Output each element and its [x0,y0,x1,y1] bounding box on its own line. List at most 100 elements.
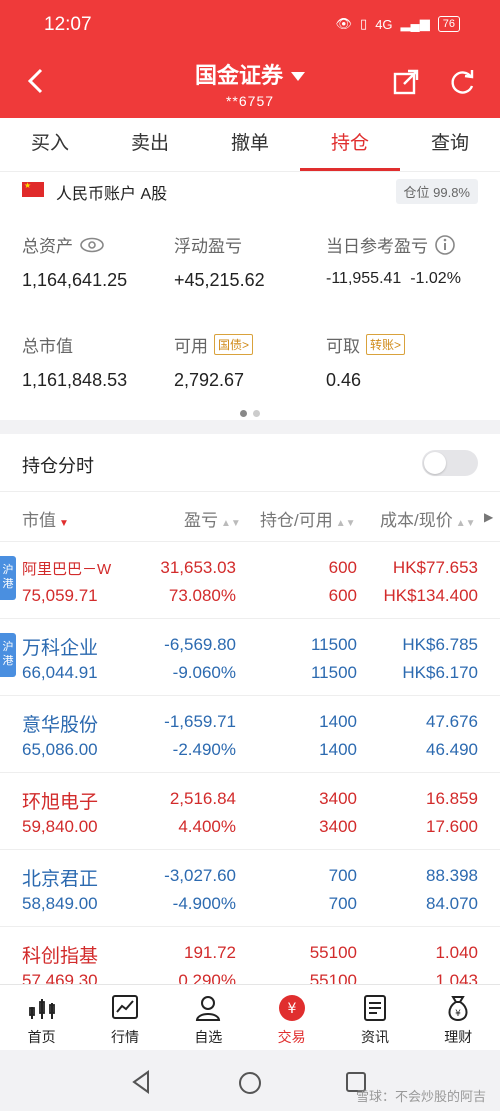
intraday-toggle-switch[interactable] [422,450,478,476]
nav-wealth[interactable]: ¥ 理财 [417,985,500,1050]
tab-holdings[interactable]: 持仓 [300,118,400,171]
sort-icon: ▲▼ [455,518,476,529]
col-cost-price[interactable]: 成本/现价 ▲▼ [380,506,476,531]
treasury-bond-link[interactable]: 国债> [214,334,254,355]
signal-icon: ▂▄▆ [400,16,430,31]
stock-price: 84.070 [426,894,478,913]
system-home-icon[interactable] [239,1072,261,1094]
trade-tabs: 买入 卖出 撤单 持仓 查询 [0,118,500,172]
holding-row[interactable]: 沪港万科企业 66,044.91 -6,569.80 -9.060% 11500 1150… [0,619,500,696]
stock-pnl-pct: -9.060% [172,663,236,682]
app-header: 12:07 👁 ▯ 4G ▂▄▆ 76 国金证券 **6757 [0,0,500,118]
stock-market-value: 59,840.00 [22,817,98,836]
col-market-value-label: 市值 [22,511,56,530]
tab-sell[interactable]: 卖出 [100,118,200,171]
stock-market-value: 65,086.00 [22,740,98,759]
nav-watchlist[interactable]: 自选 [167,985,250,1050]
nav-trade[interactable]: ¥ 交易 [250,985,333,1050]
holding-row[interactable]: 环旭电子 59,840.00 2,516.84 4.400% 3400 3400 16.85… [0,773,500,850]
holding-row[interactable]: 沪港阿里巴巴－W 75,059.71 31,653.03 73.080% 600 600 H… [0,542,500,619]
stock-market-value: 58,849.00 [22,894,98,913]
stock-name: 意华股份 [22,715,99,736]
transfer-link[interactable]: 转账> [366,334,406,355]
nav-home-label: 首页 [27,1029,56,1045]
nav-news[interactable]: 资讯 [333,985,416,1050]
col-cost-label: 成本/现价 [380,511,453,530]
total-assets-value: 1,164,641.25 [22,270,128,290]
holding-row[interactable]: 科创指基 57,469.30 191.72 0.290% 55100 55100 1.040… [0,927,500,984]
holding-row[interactable]: 北京君正 58,849.00 -3,027.60 -4.900% 700 700 88.39… [0,850,500,927]
stock-cost: 47.676 [426,712,478,731]
tab-buy[interactable]: 买入 [0,118,100,171]
stock-qty: 1400 [319,712,357,731]
stock-pnl-pct: 0.290% [178,971,236,984]
vibrate-icon: ▯ [360,16,368,31]
total-assets-label: 总资产 [22,237,73,256]
stock-market-value: 66,044.91 [22,663,98,682]
status-icons: 👁 ▯ 4G ▂▄▆ 76 [336,16,460,32]
stock-market-value: 57,469.30 [22,971,98,984]
stock-qty: 700 [328,866,357,885]
refresh-icon[interactable] [448,68,476,96]
market-tag-badge: 沪港 [0,633,16,677]
tab-query[interactable]: 查询 [400,118,500,171]
floating-pnl-label: 浮动盈亏 [174,237,242,256]
col-market-value[interactable]: 市值 ▼ [22,506,69,531]
holdings-section: 持仓分时 市值 ▼ 盈亏 ▲▼ 持仓/可用 ▲▼ 成本/现价 ▲▼ ▶ 沪港阿里巴巴－W… [0,434,500,984]
sort-icon: ▲▼ [221,518,241,529]
system-nav-bar: 雪球：不会炒股的阿吉 [0,1050,500,1111]
intraday-toggle-row: 持仓分时 [0,434,500,492]
account-label: 人民币账户 A股 [56,186,168,203]
nav-market[interactable]: 行情 [83,985,166,1050]
available-label: 可用 [174,337,208,356]
market-icon [111,995,138,1019]
nav-home[interactable]: 首页 [0,985,83,1050]
eye-visibility-icon[interactable] [79,236,105,254]
stock-pnl: 31,653.03 [160,558,236,577]
account-mask: **6757 [225,93,275,109]
col-qty[interactable]: 持仓/可用 ▲▼ [260,506,356,531]
status-time: 12:07 [44,14,92,35]
account-summary-card: 人民币账户 A股 仓位 99.8% 总资产 1,164,641.25 浮动盈亏 … [0,172,500,420]
available-funds: 可用 国债> 2,792.67 [174,332,254,391]
stock-pnl-pct: 73.080% [168,586,236,605]
pager-dot[interactable] [253,410,260,417]
wealth-bag-icon: ¥ [448,996,468,1022]
svg-text:¥: ¥ [455,1009,461,1019]
market-tag-badge: 沪港 [0,556,16,600]
nav-wealth-label: 理财 [444,1029,473,1045]
broker-title[interactable]: 国金证券 **6757 [0,58,500,109]
nav-watchlist-label: 自选 [194,1029,223,1045]
stock-market-value: 75,059.71 [22,586,98,605]
pager-dot-active[interactable] [240,410,247,417]
holding-row[interactable]: 意华股份 65,086.00 -1,659.71 -2.490% 1400 1400 47.… [0,696,500,773]
market-value-label: 总市值 [22,337,73,356]
stock-qty: 600 [328,558,357,577]
trade-yen-icon: ¥ [278,995,305,1021]
pager-dots [0,404,500,422]
scroll-right-icon[interactable]: ▶ [484,510,493,524]
stock-pnl-pct: -2.490% [172,740,236,759]
stock-available: 1400 [319,740,357,759]
sort-icon: ▲▼ [335,518,356,529]
stock-pnl: 2,516.84 [169,789,236,808]
system-back-icon[interactable] [130,1070,152,1094]
stock-price: 1.043 [435,971,478,984]
stock-qty: 11500 [310,635,357,654]
info-icon[interactable] [434,234,456,256]
share-external-icon[interactable] [392,68,420,96]
withdrawable-label: 可取 [326,337,360,356]
stock-name: 阿里巴巴－W [22,561,112,578]
tab-cancel-order[interactable]: 撤单 [200,118,300,171]
floating-pnl: 浮动盈亏 +45,215.62 [174,232,265,291]
stock-pnl: -6,569.80 [164,635,236,654]
withdrawable-funds: 可取 转账> 0.46 [326,332,406,391]
svg-text:¥: ¥ [287,1001,296,1017]
today-pnl-value: -11,955.41 -1.02% [326,270,461,288]
home-chart-icon [28,999,55,1019]
col-pnl[interactable]: 盈亏 ▲▼ [184,506,241,531]
stock-price: HK$134.400 [383,586,478,605]
caret-down-icon [291,72,305,82]
stock-available: 700 [328,894,357,913]
bottom-nav: 首页 行情 自选 ¥ 交易 资讯 ¥ 理财 [0,984,500,1050]
